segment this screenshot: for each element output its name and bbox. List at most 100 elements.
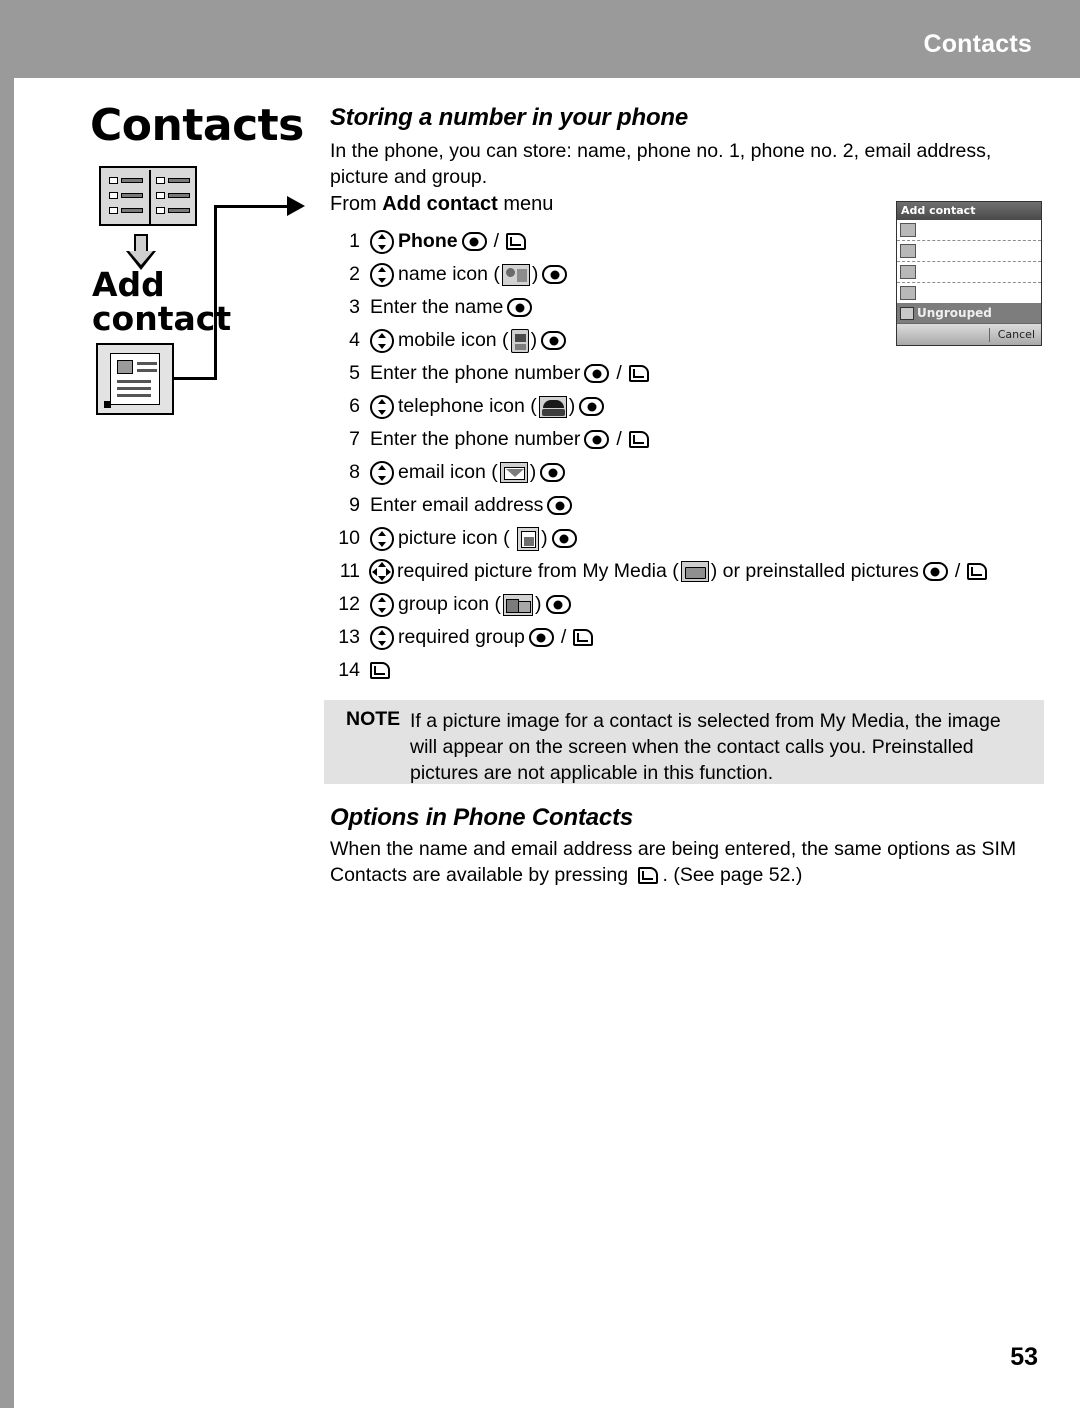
chapter-title: Contacts: [90, 100, 304, 151]
step-11: 11 required picture from My Media ( ) or…: [330, 555, 1030, 588]
options-paragraph: When the name and email address are bein…: [330, 836, 1030, 888]
select-key-icon: [547, 496, 573, 515]
phone-screen-row: [897, 262, 1041, 283]
step-14-number: 14: [338, 659, 360, 681]
select-key-icon: [461, 232, 487, 251]
phone-screen-row: [897, 220, 1041, 241]
select-key-icon: [540, 463, 566, 482]
softkey-icon: [628, 428, 650, 452]
paren-close: ): [568, 395, 576, 417]
nav-key-icon: [370, 229, 394, 254]
step-4-number: 4: [349, 329, 360, 351]
paren-open: (: [524, 395, 537, 417]
separator-slash: /: [954, 560, 961, 582]
phone-screen-row: [897, 241, 1041, 262]
step-7: 7 Enter the phone number /: [330, 423, 1030, 456]
nav-key-icon: [370, 394, 394, 419]
select-key-icon: [584, 364, 610, 383]
select-key-icon: [545, 595, 571, 614]
add-contact-card-icon: [96, 343, 174, 415]
page-number: 53: [1010, 1343, 1038, 1371]
nav-key-icon: [370, 460, 394, 485]
paren-open: (: [497, 527, 516, 549]
phone-screen-softkey-bar: Cancel: [897, 323, 1041, 345]
step-6-number: 6: [349, 395, 360, 417]
note-text: If a picture image for a contact is sele…: [410, 710, 1001, 784]
group-icon: [503, 593, 533, 616]
step-4-label: mobile icon: [398, 329, 497, 351]
softkey-icon: [628, 362, 650, 386]
step-3-label: Enter the name: [370, 296, 504, 318]
separator-slash: /: [493, 230, 500, 252]
step-14: 14: [330, 654, 1030, 687]
phone-screen-row: [897, 283, 1041, 304]
nav-key-icon: [370, 328, 394, 353]
from-menu-line: From Add contact menu: [330, 193, 553, 216]
select-key-icon: [542, 265, 568, 284]
step-1-number: 1: [349, 230, 360, 252]
paren-close: ): [529, 461, 537, 483]
nav-key-icon: [370, 526, 394, 551]
phone-screen-title: Add contact: [897, 202, 1041, 220]
step-10-number: 10: [338, 527, 360, 549]
step-9-label: Enter email address: [370, 494, 544, 516]
paren-open: (: [487, 263, 500, 285]
note-box: NOTE If a picture image for a contact is…: [324, 700, 1044, 784]
softkey-icon: [573, 626, 594, 650]
step-7-number: 7: [349, 428, 360, 450]
nav-key-icon: [370, 625, 394, 650]
step-9: 9 Enter email address: [330, 489, 1030, 522]
step-1-label: Phone: [398, 230, 458, 252]
step-8-label: email icon: [398, 461, 486, 483]
note-label: NOTE: [346, 708, 401, 730]
step-13-label: required group: [398, 626, 525, 648]
phone-screen-group-row: Ungrouped: [897, 303, 1041, 323]
header-title: Contacts: [923, 30, 1032, 58]
paren-open: (: [485, 461, 498, 483]
softkey-icon: [506, 230, 527, 254]
mobile-field-icon: [900, 244, 916, 258]
step-3-number: 3: [349, 296, 360, 318]
step-6-label: telephone icon: [398, 395, 525, 417]
select-key-icon: [922, 562, 948, 581]
softkey-icon: [370, 659, 391, 683]
separator-slash: /: [560, 626, 567, 648]
intro-paragraph: In the phone, you can store: name, phone…: [330, 140, 992, 188]
select-key-icon: [541, 331, 567, 350]
nav-key-icon: [370, 262, 394, 287]
softkey-icon: [637, 864, 659, 888]
phone-screenshot: Add contact Ungrouped Cancel: [896, 201, 1042, 346]
from-prefix: From: [330, 193, 383, 215]
my-media-folder-icon: [680, 561, 709, 582]
name-field-icon: [900, 223, 916, 237]
paren-open: (: [496, 329, 509, 351]
nav-4way-key-icon: [369, 559, 394, 584]
step-9-number: 9: [349, 494, 360, 516]
step-5-label: Enter the phone number: [370, 362, 581, 384]
telephone-icon: [538, 395, 567, 418]
step-11-label-b: ) or preinstalled pictures: [710, 560, 919, 582]
options-paragraph-b: . (See page 52.): [662, 864, 803, 886]
select-key-icon: [528, 628, 554, 647]
nav-key-icon: [370, 592, 394, 617]
from-suffix: menu: [497, 193, 554, 215]
select-key-icon: [584, 430, 610, 449]
select-key-icon: [507, 298, 533, 317]
step-12-label: group icon: [398, 593, 490, 615]
flow-connector-arrow: [174, 196, 324, 380]
mobile-icon: [510, 328, 529, 353]
step-5: 5 Enter the phone number /: [330, 357, 1030, 390]
select-key-icon: [551, 529, 577, 548]
step-7-label: Enter the phone number: [370, 428, 581, 450]
email-icon: [499, 462, 528, 483]
paren-open: (: [489, 593, 501, 615]
paren-close: ): [541, 527, 548, 549]
telephone-field-icon: [900, 265, 916, 279]
step-6: 6 telephone icon ( ): [330, 390, 1030, 423]
step-2-number: 2: [349, 263, 360, 285]
phone-screen-group-label: Ungrouped: [917, 306, 992, 320]
softkey-icon: [967, 560, 988, 584]
step-8: 8 email icon ( ): [330, 456, 1030, 489]
separator-slash: /: [616, 428, 622, 450]
section-heading-options: Options in Phone Contacts: [330, 804, 634, 831]
